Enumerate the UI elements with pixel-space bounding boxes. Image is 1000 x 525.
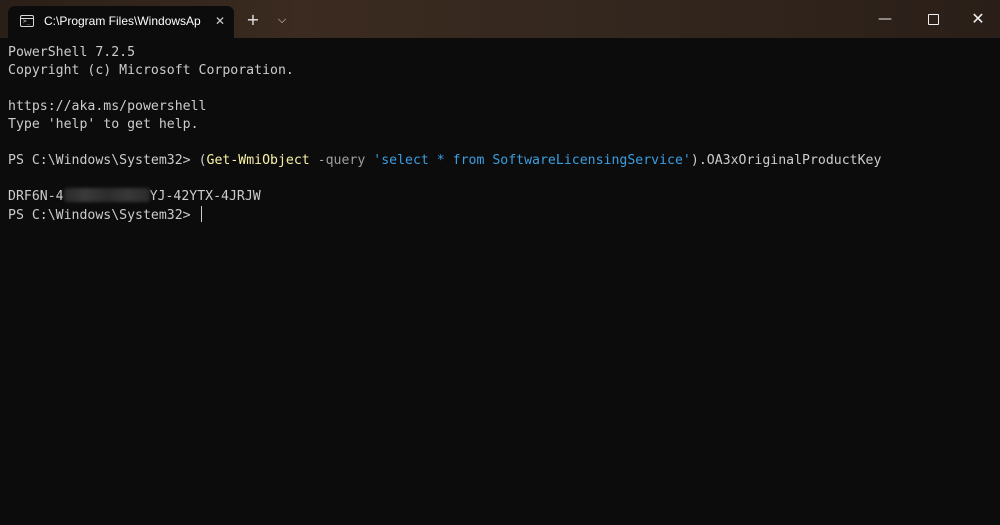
query-string: 'select * from SoftwareLicensingService' bbox=[373, 153, 691, 168]
tab-powershell[interactable]: >_ C:\Program Files\WindowsAp ✕ bbox=[8, 6, 234, 38]
minimize-button[interactable]: — bbox=[862, 0, 908, 38]
banner-link: https://aka.ms/powershell bbox=[8, 99, 207, 114]
cmdlet: Get-WmiObject bbox=[206, 153, 310, 168]
key-suffix: YJ-42YTX-4JRJW bbox=[149, 189, 261, 204]
terminal-icon: >_ bbox=[20, 15, 34, 27]
command-line: PS C:\Windows\System32> (Get-WmiObject -… bbox=[8, 152, 881, 170]
title-bar[interactable]: >_ C:\Program Files\WindowsAp ✕ + ⌵ — ✕ bbox=[0, 0, 1000, 38]
current-prompt-line[interactable]: PS C:\Windows\System32> bbox=[8, 206, 202, 224]
close-paren: ) bbox=[690, 153, 699, 168]
tab-dropdown-chevron-down-icon[interactable]: ⌵ bbox=[272, 9, 292, 31]
maximize-icon bbox=[927, 14, 939, 25]
maximize-button[interactable] bbox=[910, 0, 956, 38]
parameter: -query bbox=[309, 153, 374, 168]
banner-help: Type 'help' to get help. bbox=[8, 117, 199, 132]
product-key-output: DRF6N-4 YJ-42YTX-4JRJW bbox=[8, 188, 261, 206]
terminal-output[interactable]: PowerShell 7.2.5 Copyright (c) Microsoft… bbox=[0, 38, 1000, 525]
banner-version: PowerShell 7.2.5 bbox=[8, 45, 136, 60]
tab-title: C:\Program Files\WindowsAp bbox=[44, 14, 201, 28]
redacted-blur bbox=[63, 188, 150, 202]
key-prefix: DRF6N-4 bbox=[8, 189, 64, 204]
close-window-button[interactable]: ✕ bbox=[955, 0, 1000, 38]
banner-copyright: Copyright (c) Microsoft Corporation. bbox=[8, 63, 294, 78]
new-tab-button[interactable]: + bbox=[242, 9, 264, 31]
close-tab-icon[interactable]: ✕ bbox=[213, 13, 227, 29]
property: .OA3xOriginalProductKey bbox=[698, 153, 882, 168]
prompt: PS C:\Windows\System32> bbox=[8, 153, 199, 168]
open-paren: ( bbox=[198, 153, 207, 168]
terminal-window: >_ C:\Program Files\WindowsAp ✕ + ⌵ — ✕ … bbox=[0, 0, 1000, 525]
text-cursor bbox=[200, 206, 202, 222]
final-prompt: PS C:\Windows\System32> bbox=[8, 208, 199, 223]
